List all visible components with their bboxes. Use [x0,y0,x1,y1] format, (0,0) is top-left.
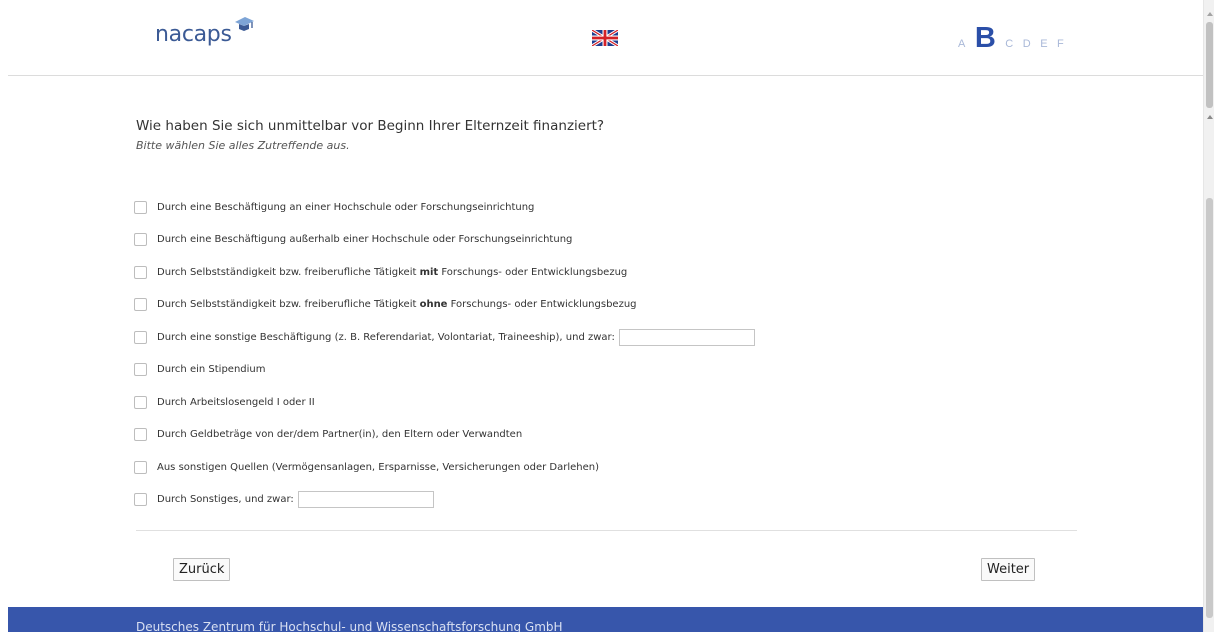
question-hint: Bitte wählen Sie alles Zutreffende aus. [136,139,350,152]
footer-text: Deutsches Zentrum für Hochschul- und Wis… [136,620,563,632]
uk-flag-icon[interactable] [591,28,619,48]
option-label: Durch eine Beschäftigung außerhalb einer… [157,234,573,246]
checkbox[interactable] [134,200,147,214]
option-label: Durch Selbstständigkeit bzw. freiberufli… [157,299,637,311]
checkbox[interactable] [134,460,147,474]
checkbox[interactable] [134,265,147,279]
graduation-cap-icon [233,16,255,39]
checkbox[interactable] [134,395,147,409]
option-employment-university[interactable]: Durch eine Beschäftigung an einer Hochsc… [134,191,755,224]
version-b-active[interactable]: B [975,24,996,53]
version-d[interactable]: D [1023,38,1031,50]
option-self-employed-with-research[interactable]: Durch Selbstständigkeit bzw. freiberufli… [134,256,755,289]
nacaps-logo: nacaps [155,17,255,47]
option-label: Aus sonstigen Quellen (Vermögensanlagen,… [157,461,599,473]
option-label: Durch Selbstständigkeit bzw. freiberufli… [157,266,628,278]
option-other[interactable]: Durch Sonstiges, und zwar: [134,484,755,517]
checkbox[interactable] [134,233,147,247]
option-label: Durch Sonstiges, und zwar: [157,494,294,506]
option-family-support[interactable]: Durch Geldbeträge von der/dem Partner(in… [134,419,755,452]
checkbox[interactable] [134,330,147,344]
version-a[interactable]: A [958,38,966,50]
logo-text: nacaps [155,22,232,47]
footer: Deutsches Zentrum für Hochschul- und Wis… [8,607,1203,632]
survey-page: nacaps A B C D E F Wie haben Sie sich un… [0,0,1203,632]
version-selector: A B C D E F [958,24,1064,53]
divider [136,530,1077,531]
header: nacaps A B C D E F [8,0,1203,76]
inner-scroll-up-arrow-icon[interactable] [1207,115,1213,119]
option-self-employed-without-research[interactable]: Durch Selbstständigkeit bzw. freiberufli… [134,289,755,322]
version-c[interactable]: C [1005,38,1013,50]
question-block: Wie haben Sie sich unmittelbar vor Begin… [136,118,604,152]
option-employment-outside-university[interactable]: Durch eine Beschäftigung außerhalb einer… [134,224,755,257]
option-label: Durch eine sonstige Beschäftigung (z. B.… [157,331,615,343]
option-label: Durch ein Stipendium [157,364,266,376]
version-f[interactable]: F [1057,38,1064,50]
scrollbar[interactable] [1203,0,1214,632]
question-title: Wie haben Sie sich unmittelbar vor Begin… [136,118,605,134]
inner-scrollbar-thumb[interactable] [1206,198,1213,618]
checkbox[interactable] [134,493,147,507]
next-button[interactable]: Weiter [981,558,1036,581]
checkbox[interactable] [134,363,147,377]
option-list: Durch eine Beschäftigung an einer Hochsc… [134,191,755,516]
option-scholarship[interactable]: Durch ein Stipendium [134,354,755,387]
option-other-employment[interactable]: Durch eine sonstige Beschäftigung (z. B.… [134,321,755,354]
version-e[interactable]: E [1040,38,1048,50]
option-label: Durch Geldbeträge von der/dem Partner(in… [157,429,523,441]
other-text-input[interactable] [297,491,434,509]
scrollbar-thumb[interactable] [1206,22,1213,108]
checkbox[interactable] [134,298,147,312]
option-label: Durch eine Beschäftigung an einer Hochsc… [157,201,535,213]
option-unemployment-benefit[interactable]: Durch Arbeitslosengeld I oder II [134,386,755,419]
other-employment-text-input[interactable] [618,328,755,346]
option-label: Durch Arbeitslosengeld I oder II [157,396,315,408]
scroll-up-arrow-icon[interactable] [1207,12,1213,16]
option-other-sources[interactable]: Aus sonstigen Quellen (Vermögensanlagen,… [134,451,755,484]
back-button[interactable]: Zurück [173,558,231,581]
checkbox[interactable] [134,428,147,442]
